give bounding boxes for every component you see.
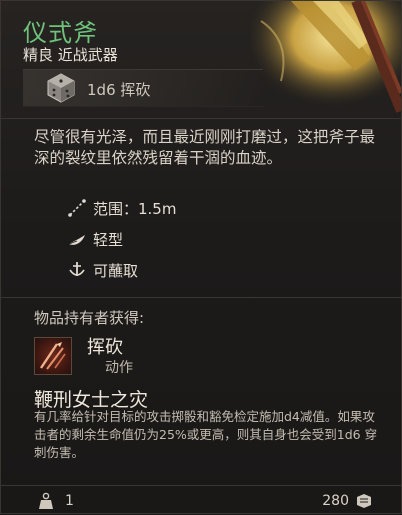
damage-value: 1d6 挥砍: [87, 81, 151, 99]
item-description: 尽管很有光泽，而且最近刚刚打磨过，这把斧子最深的裂纹里依然残留着干涸的血迹。: [34, 128, 376, 167]
weight-value: 1: [65, 493, 74, 509]
property-label: 范围：1.5m: [93, 199, 177, 218]
property-label: 可蘸取: [93, 261, 139, 280]
coin-icon: [355, 492, 373, 510]
divider: [1, 118, 402, 119]
feather-icon: [67, 229, 87, 249]
dice-icon: [45, 72, 77, 104]
grants-label: 物品持有者获得:: [34, 309, 145, 327]
dip-icon: [67, 260, 87, 280]
gold-value: 280: [322, 493, 349, 509]
item-artwork: [251, 1, 401, 121]
item-footer: 1 280: [1, 487, 402, 515]
damage-row: 1d6 挥砍: [23, 69, 263, 107]
property-dippable: 可蘸取: [67, 259, 138, 281]
passive-description: 有几率给针对目标的攻击掷骰和豁免检定施加d4减值。如果攻击者的剩余生命值仍为25…: [34, 409, 378, 460]
weight-icon: [38, 492, 54, 510]
divider: [1, 297, 402, 298]
divider: [1, 485, 402, 486]
ability-name: 挥砍: [87, 337, 123, 358]
slash-ability-icon[interactable]: [34, 337, 72, 375]
item-name: 仪式斧: [23, 19, 98, 47]
range-icon: [67, 198, 87, 218]
ability-type: 动作: [105, 360, 133, 376]
item-tooltip: 仪式斧 精良 近战武器 1d6 挥砍 尽管很有光泽，而且最近刚刚打磨过，这把斧子…: [0, 0, 402, 514]
property-range: 范围：1.5m: [67, 197, 176, 219]
property-light: 轻型: [67, 228, 123, 250]
item-rarity-type: 精良 近战武器: [23, 46, 118, 64]
property-label: 轻型: [93, 230, 124, 249]
